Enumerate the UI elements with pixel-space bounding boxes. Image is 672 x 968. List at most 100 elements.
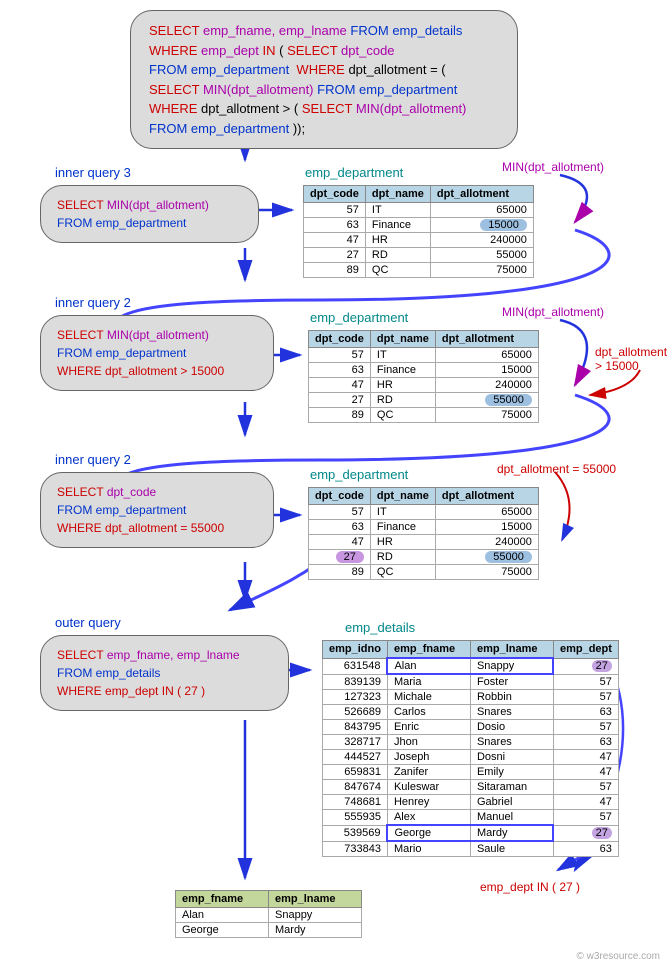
td: 539569 [323, 825, 388, 841]
kw: WHERE [296, 62, 344, 77]
td: Dosio [470, 720, 553, 735]
td: 240000 [430, 233, 533, 248]
td: 27 [309, 393, 371, 408]
td: 444527 [323, 750, 388, 765]
th: dpt_code [304, 186, 366, 203]
td: 75000 [435, 408, 538, 423]
iq3-table-label: emp_department [305, 165, 403, 180]
outer-box: SELECT emp_fname, emp_lname FROM emp_det… [40, 635, 289, 711]
td: 47 [553, 795, 618, 810]
td: 240000 [435, 535, 538, 550]
td: 57 [309, 505, 371, 520]
iq3-annotation: MIN(dpt_allotment) [502, 160, 604, 174]
tbl: emp_department [191, 62, 289, 77]
td: 65000 [435, 348, 538, 363]
cond: ( 27 ) [177, 684, 205, 698]
td: 55000 [430, 248, 533, 263]
td: Mario [387, 841, 470, 857]
td: 27 [553, 658, 618, 674]
cond: > 15000 [180, 364, 224, 378]
td: 240000 [435, 378, 538, 393]
kw: FROM [149, 62, 187, 77]
td: 57 [553, 674, 618, 690]
td: 75000 [435, 565, 538, 580]
th: dpt_allotment [435, 331, 538, 348]
main-query-box: SELECT emp_fname, emp_lname FROM emp_det… [130, 10, 518, 149]
th: dpt_name [370, 331, 435, 348]
dept-table-2: dpt_codedpt_namedpt_allotment 57IT65000 … [308, 330, 539, 423]
td: Snappy [470, 658, 553, 674]
kw: SELECT [57, 485, 103, 499]
outer-label: outer query [55, 615, 121, 630]
td: George [176, 923, 269, 938]
th: emp_dept [553, 641, 618, 659]
iq3-box: SELECT MIN(dpt_allotment) FROM emp_depar… [40, 185, 259, 243]
iq2b-label: inner query 2 [55, 452, 131, 467]
td: 63 [309, 363, 371, 378]
kw: FROM [57, 666, 92, 680]
kw: IN [262, 43, 275, 58]
tbl: emp_department [96, 346, 187, 360]
result-table: emp_fnameemp_lname AlanSnappy GeorgeMard… [175, 890, 362, 938]
td: IT [370, 505, 435, 520]
th: dpt_name [370, 488, 435, 505]
td: IT [365, 203, 430, 218]
td: 555935 [323, 810, 388, 826]
td: RD [365, 248, 430, 263]
col: emp_dept [201, 43, 259, 58]
col: dpt_code [341, 43, 395, 58]
td: QC [370, 408, 435, 423]
cond: dpt_allotment [105, 521, 177, 535]
td: 659831 [323, 765, 388, 780]
kw: SELECT [302, 101, 352, 116]
td: 65000 [430, 203, 533, 218]
td: 839139 [323, 674, 388, 690]
kw: SELECT [57, 328, 103, 342]
kw: FROM [57, 503, 92, 517]
td: 55000 [435, 393, 538, 408]
td: Enric [387, 720, 470, 735]
fn: MIN(dpt_allotment) [107, 198, 209, 212]
th: emp_fname [176, 891, 269, 908]
td: Manuel [470, 810, 553, 826]
td: Finance [365, 218, 430, 233]
iq2a-annotation: MIN(dpt_allotment) [502, 305, 604, 319]
hl: 55000 [485, 394, 532, 406]
td: Alex [387, 810, 470, 826]
td: 733843 [323, 841, 388, 857]
th: emp_idno [323, 641, 388, 659]
kw: FROM [57, 216, 92, 230]
outer-table-label: emp_details [345, 620, 415, 635]
close: )); [293, 121, 305, 136]
td: Jhon [387, 735, 470, 750]
td: Carlos [387, 705, 470, 720]
td: Zanifer [387, 765, 470, 780]
hl: 27 [592, 660, 612, 672]
kw: SELECT [57, 648, 103, 662]
hl: 15000 [480, 219, 527, 231]
td: Joseph [387, 750, 470, 765]
hl: 27 [592, 827, 612, 839]
dept-table-1: dpt_codedpt_namedpt_allotment 57IT65000 … [303, 185, 534, 278]
kw: SELECT [149, 23, 199, 38]
cols: emp_fname, emp_lname [107, 648, 240, 662]
td: Saule [470, 841, 553, 857]
td: Emily [470, 765, 553, 780]
td: Snares [470, 735, 553, 750]
th: dpt_code [309, 331, 371, 348]
th: dpt_allotment [435, 488, 538, 505]
kw: WHERE [57, 364, 102, 378]
cond: dpt_allotment [105, 364, 177, 378]
td: 63 [553, 735, 618, 750]
hl: 55000 [485, 551, 532, 563]
hl: 27 [336, 551, 364, 563]
td: HR [370, 378, 435, 393]
td: 63 [553, 705, 618, 720]
kw: WHERE [57, 684, 102, 698]
kw: FROM [350, 23, 388, 38]
td: 75000 [430, 263, 533, 278]
td: Michale [387, 690, 470, 705]
th: emp_lname [470, 641, 553, 659]
td: Gabriel [470, 795, 553, 810]
kw: WHERE [149, 101, 197, 116]
